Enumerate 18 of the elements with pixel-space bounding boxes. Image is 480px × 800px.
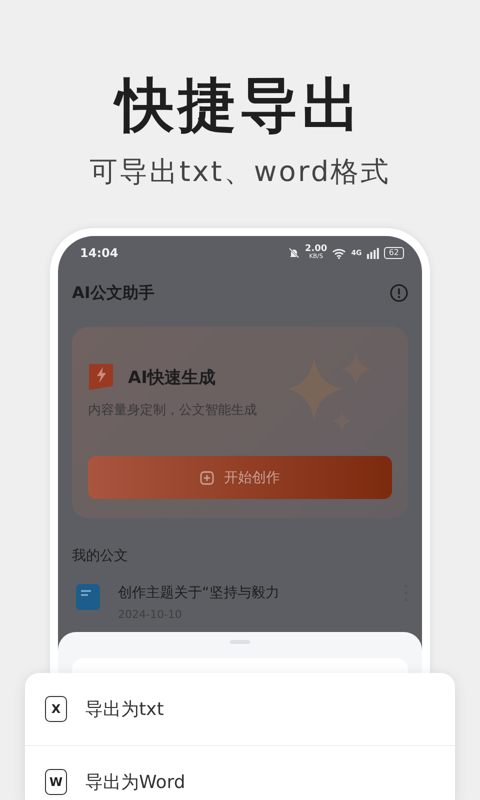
wifi-icon bbox=[332, 248, 346, 258]
headline: 快捷导出 bbox=[0, 70, 480, 140]
section-title: 我的公文 bbox=[72, 547, 129, 566]
signal-icon bbox=[366, 248, 379, 258]
app-title: AI公文助手 bbox=[72, 282, 154, 304]
document-title: 创作主题关于“坚持与毅力 bbox=[118, 584, 280, 602]
plus-square-icon bbox=[200, 470, 214, 484]
export-option[interactable]: X 导出为txt bbox=[25, 673, 455, 745]
export-option[interactable]: W 导出为Word bbox=[25, 745, 455, 800]
document-icon bbox=[76, 584, 100, 610]
card-title: AI快速生成 bbox=[128, 366, 216, 388]
info-icon[interactable] bbox=[390, 284, 408, 302]
network-speed: 2.00 bbox=[304, 245, 328, 253]
bell-off-icon bbox=[288, 247, 300, 259]
battery-indicator: 62 bbox=[384, 247, 404, 259]
bolt-flag-icon bbox=[88, 363, 114, 391]
status-time: 14:04 bbox=[80, 246, 120, 260]
subtitle: 可导出txt、word格式 bbox=[88, 154, 392, 190]
